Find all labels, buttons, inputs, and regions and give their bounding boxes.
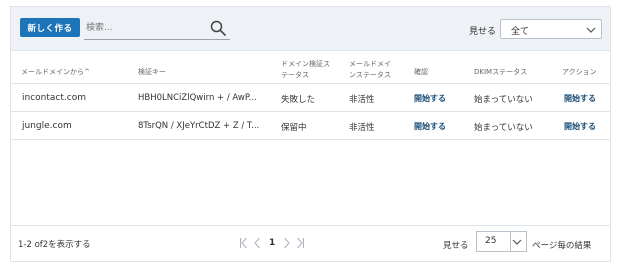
table-row: jungle.com 8TsrQN / XJeYrCtDZ + Z / T...… xyxy=(11,112,610,140)
search-box xyxy=(84,17,230,40)
cell-mail-status: 非活性 xyxy=(349,95,375,105)
filter-select[interactable]: 全て xyxy=(500,19,602,39)
first-page-icon[interactable] xyxy=(239,237,248,249)
next-page-icon[interactable] xyxy=(282,237,291,249)
select-divider xyxy=(510,232,511,251)
confirm-start-link[interactable]: 開始する xyxy=(414,93,446,104)
search-input[interactable] xyxy=(86,19,196,37)
header-domain-verify-status: ドメイン検証ス テータス xyxy=(281,60,330,79)
page-size-label: 見せる xyxy=(443,241,469,251)
action-start-link[interactable]: 開始する xyxy=(564,121,596,132)
cell-dkim-status: 始まっていない xyxy=(474,123,533,133)
pagination: 1 xyxy=(239,236,305,250)
page-size-select[interactable]: 25 xyxy=(476,231,527,252)
header-dkim-status: DKIMステータス xyxy=(474,68,528,76)
chevron-down-icon xyxy=(512,239,522,245)
cell-dkim-status: 始まっていない xyxy=(474,95,533,105)
results-range-text: 1-2 of2を表示する xyxy=(18,240,91,250)
filter-label: 見せる xyxy=(469,27,497,37)
header-mail-domain[interactable]: メールドメインから^ xyxy=(21,67,90,78)
page-size-value: 25 xyxy=(485,236,497,246)
header-mail-domain-status: メールドメイ ンステータス xyxy=(349,60,391,79)
cell-key: 8TsrQN / XJeYrCtDZ + Z / T... xyxy=(138,121,260,131)
header-confirm: 確認 xyxy=(414,68,428,76)
table-row: incontact.com HBH0LNCiZlQwirn + / AwP...… xyxy=(11,84,610,112)
create-new-button[interactable]: 新しく作る xyxy=(20,18,80,37)
cell-verify-status: 保留中 xyxy=(281,123,307,133)
cell-domain: incontact.com xyxy=(22,93,86,103)
cell-key: HBH0LNCiZlQwirn + / AwP... xyxy=(138,93,257,103)
cell-domain: jungle.com xyxy=(22,121,72,131)
last-page-icon[interactable] xyxy=(296,237,305,249)
domains-panel: 新しく作る 見せる 全て メールドメインから^ 検証キー ドメイン検証ス テータ… xyxy=(10,6,611,262)
header-action: アクション xyxy=(562,68,597,76)
per-page-label: ページ毎の結果 xyxy=(532,241,592,251)
current-page-number[interactable]: 1 xyxy=(267,238,277,248)
cell-mail-status: 非活性 xyxy=(349,123,375,133)
action-start-link[interactable]: 開始する xyxy=(564,93,596,104)
footer-divider xyxy=(11,225,610,226)
prev-page-icon[interactable] xyxy=(253,237,262,249)
table-header: メールドメインから^ 検証キー ドメイン検証ス テータス メールドメイ ンステー… xyxy=(11,51,610,84)
chevron-down-icon xyxy=(586,27,596,33)
search-icon[interactable] xyxy=(210,20,226,36)
cell-verify-status: 失敗した xyxy=(281,95,316,105)
header-verification-key: 検証キー xyxy=(138,68,166,76)
confirm-start-link[interactable]: 開始する xyxy=(414,121,446,132)
toolbar: 新しく作る 見せる 全て xyxy=(11,7,610,51)
filter-value: 全て xyxy=(511,27,530,37)
